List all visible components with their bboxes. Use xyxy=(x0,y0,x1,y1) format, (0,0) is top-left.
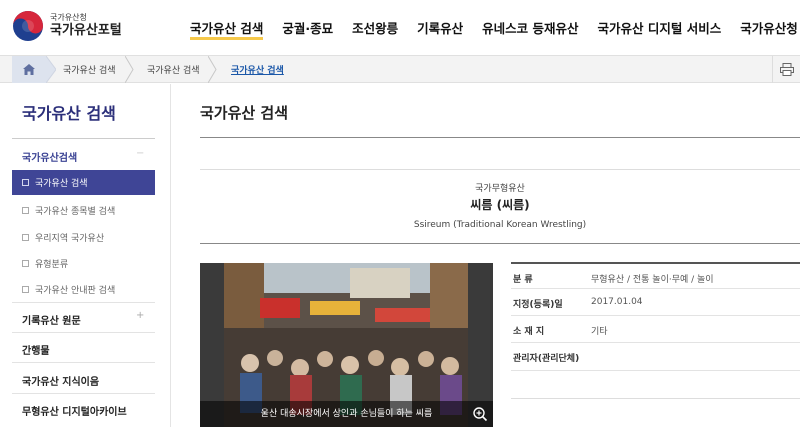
sidebar-section-heritage-search[interactable]: 국가유산검색 xyxy=(22,149,77,164)
breadcrumb-item-current[interactable]: 국가유산 검색 xyxy=(231,63,284,76)
sidebar-section-knowledge[interactable]: 국가유산 지식이음 xyxy=(22,373,99,388)
sidebar-section-publications[interactable]: 간행물 xyxy=(22,342,50,357)
table-row: 소 재 지 기타 xyxy=(511,316,800,343)
title-rule xyxy=(200,137,800,138)
breadcrumb-item-1[interactable]: 국가유산 검색 xyxy=(63,63,116,76)
nav-palaces[interactable]: 궁궐·종묘 xyxy=(282,18,333,40)
sidebar-item-label: 국가유산 검색 xyxy=(35,179,88,189)
breadcrumb: 국가유산 검색 국가유산 검색 국가유산 검색 xyxy=(0,55,800,83)
printer-icon xyxy=(779,63,794,76)
heritage-name-english: Ssireum (Traditional Korean Wrestling) xyxy=(413,220,587,230)
sidebar-title: 국가유산 검색 xyxy=(22,104,116,123)
checkbox-icon xyxy=(22,179,29,186)
nav-digital-services[interactable]: 국가유산 디지털 서비스 xyxy=(598,18,722,40)
print-button[interactable] xyxy=(772,56,800,83)
logo-subtitle: 국가유산청 xyxy=(50,12,87,22)
heritage-photo[interactable]: 울산 대송시장에서 상인과 손님들이 하는 씨름 xyxy=(200,263,493,427)
info-label-classification: 분 류 xyxy=(513,275,533,285)
table-row: 지정(등록)일 2017.01.04 xyxy=(511,289,800,316)
sidebar-item-category-search[interactable]: 국가유산 종목별 검색 xyxy=(22,204,115,217)
zoom-in-icon[interactable] xyxy=(472,406,488,422)
site-header: 국가유산청 국가유산포털 국가유산 검색 궁궐·종묘 조선왕릉 기록유산 유네스… xyxy=(0,0,800,55)
info-label-location: 소 재 지 xyxy=(513,327,545,337)
sidebar-section-archives[interactable]: 기록유산 원문 xyxy=(22,312,81,327)
sidebar-item-type[interactable]: 유형분류 xyxy=(22,257,68,270)
table-row: 관리자(관리단체) xyxy=(511,343,800,371)
home-icon xyxy=(23,64,35,75)
breadcrumb-item-2[interactable]: 국가유산 검색 xyxy=(147,63,200,76)
sidebar-item-region[interactable]: 우리지역 국가유산 xyxy=(22,231,104,244)
main-navigation: 국가유산 검색 궁궐·종묘 조선왕릉 기록유산 유네스코 등재유산 국가유산 디… xyxy=(190,18,800,40)
info-value-location: 기타 xyxy=(591,327,608,337)
heritage-name: 씨름 (씨름) xyxy=(470,198,530,212)
table-row: 분 류 무형유산 / 전통 놀이·무예 / 놀이 xyxy=(511,262,800,289)
site-logo[interactable]: 국가유산청 국가유산포털 xyxy=(12,10,122,42)
nav-documentary-heritage[interactable]: 기록유산 xyxy=(417,18,463,40)
nav-unesco[interactable]: 유네스코 등재유산 xyxy=(482,18,578,40)
sidebar-section-intangible-archive[interactable]: 무형유산 디지털아카이브 xyxy=(22,403,127,418)
checkbox-icon xyxy=(22,286,29,293)
chevron-right-icon xyxy=(125,56,134,83)
info-label-manager: 관리자(관리단체) xyxy=(513,354,580,364)
info-value-classification: 무형유산 / 전통 놀이·무예 / 놀이 xyxy=(591,275,714,285)
chevron-right-icon xyxy=(208,56,217,83)
minus-icon: − xyxy=(136,148,145,159)
checkbox-icon xyxy=(22,260,29,267)
photo-caption: 울산 대송시장에서 상인과 손님들이 하는 씨름 xyxy=(200,401,493,427)
sidebar-divider xyxy=(12,138,155,139)
info-label-designation-date: 지정(등록)일 xyxy=(513,300,563,310)
sidebar-item-signboard[interactable]: 국가유산 안내판 검색 xyxy=(22,283,115,296)
nav-heritage-search[interactable]: 국가유산 검색 xyxy=(190,18,264,40)
chevron-right-icon xyxy=(46,56,56,83)
heritage-info-table: 분 류 무형유산 / 전통 놀이·무예 / 놀이 지정(등록)일 2017.01… xyxy=(511,262,800,371)
sidebar: 국가유산 검색 국가유산검색 − 국가유산 검색 국가유산 종목별 검색 우리지… xyxy=(0,84,171,427)
government-emblem-icon xyxy=(12,10,44,42)
checkbox-icon xyxy=(22,234,29,241)
nav-royal-tombs[interactable]: 조선왕릉 xyxy=(352,18,398,40)
plus-icon[interactable]: + xyxy=(136,310,144,321)
nav-photo-gallery[interactable]: 국가유산청 사진관 xyxy=(740,18,800,40)
info-value-designation-date: 2017.01.04 xyxy=(591,297,643,307)
page-title: 국가유산 검색 xyxy=(200,104,289,122)
heritage-category: 국가무형유산 xyxy=(475,184,525,194)
sidebar-item-active[interactable]: 국가유산 검색 xyxy=(12,170,155,195)
logo-title: 국가유산포털 xyxy=(50,22,122,38)
checkbox-icon xyxy=(22,207,29,214)
home-button[interactable] xyxy=(12,56,46,83)
